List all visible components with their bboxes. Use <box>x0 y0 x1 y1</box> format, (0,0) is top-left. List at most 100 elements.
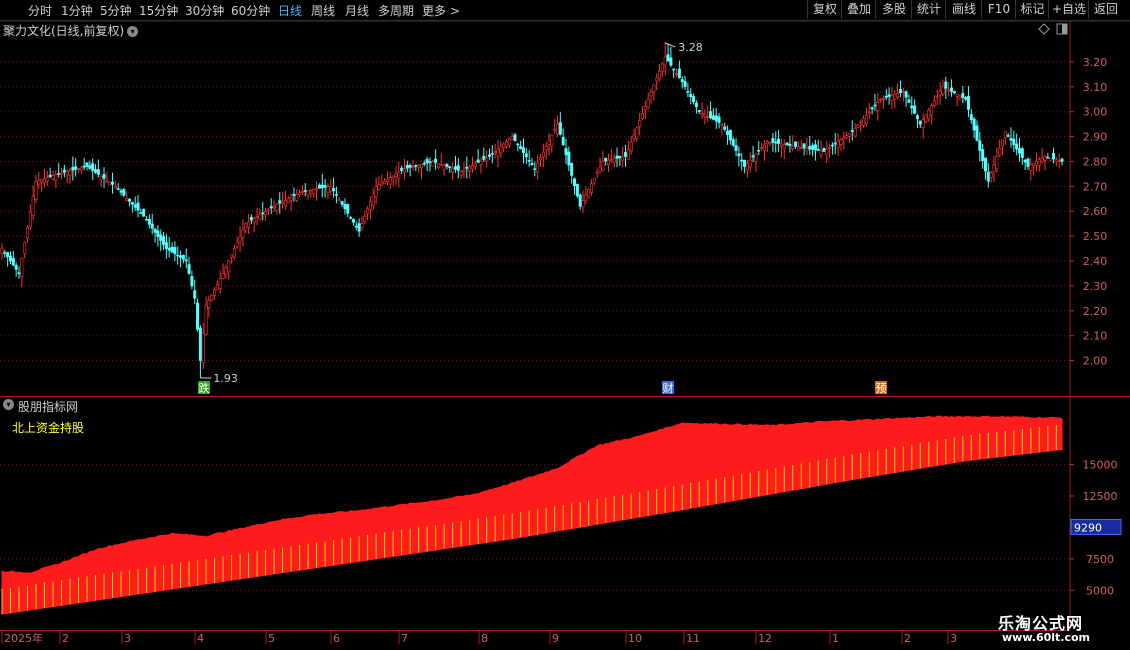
candle-body <box>439 164 443 166</box>
candle-body <box>40 179 44 183</box>
candle-body <box>697 109 701 112</box>
time-axis-svg: 2025年 2 3 4 5 6 7 8 9 10 11 12 1 2 3 <box>0 630 1070 645</box>
candle-body <box>737 153 741 157</box>
candle-body <box>215 283 219 290</box>
candle-body <box>442 165 446 170</box>
chevron-down-icon[interactable]: ▾ <box>127 26 139 37</box>
candle-body <box>272 205 276 209</box>
candle-body <box>932 100 936 106</box>
candle-body <box>536 163 540 173</box>
indicator-pane[interactable]: 15000 12500 7500 5000 9290 <box>0 396 1130 630</box>
candle-body <box>796 146 800 151</box>
candle-body <box>448 166 452 169</box>
y-tick-label: 12500 <box>1083 490 1118 503</box>
tab-60min[interactable]: 60分钟 <box>231 2 270 19</box>
candle-body <box>261 212 265 215</box>
candle-body <box>383 180 387 185</box>
f10-button[interactable]: F10 <box>981 0 1016 19</box>
y-tick-label: 2.90 <box>1083 131 1108 144</box>
price-chart-pane[interactable]: 3.20 3.10 3.00 2.90 2.80 2.70 2.60 2.50 2.40 2.30… <box>0 20 1130 396</box>
candle-body <box>643 106 647 111</box>
candle-body <box>9 255 13 262</box>
period-toolbar: 分时 1分钟 5分钟 15分钟 30分钟 60分钟 日线 周线 月线 多周期 更… <box>0 0 1130 21</box>
candle-body <box>298 192 302 195</box>
candle-body <box>740 159 744 162</box>
candle-body <box>692 96 696 103</box>
add-watchlist-button[interactable]: +自选 <box>1048 0 1089 19</box>
candle-body <box>68 170 72 176</box>
candle-body <box>975 125 979 141</box>
candle-body <box>876 102 880 111</box>
candle-body <box>37 180 41 186</box>
time-tick-label: 12 <box>758 632 772 645</box>
candle-body <box>1046 156 1050 159</box>
candle-body <box>672 68 676 71</box>
candle-body <box>417 164 421 168</box>
candle-body <box>785 142 789 146</box>
tab-5min[interactable]: 5分钟 <box>100 2 132 19</box>
candle-body <box>28 211 32 228</box>
tab-more[interactable]: 更多 > <box>422 2 460 19</box>
indicator-chart[interactable]: 15000 12500 7500 5000 9290 <box>0 396 1130 630</box>
back-button[interactable]: 返回 <box>1088 0 1123 19</box>
candle-body <box>819 150 823 156</box>
candle-body <box>1037 159 1041 166</box>
tab-timeshare[interactable]: 分时 <box>28 2 52 19</box>
candle-body <box>88 165 92 169</box>
candle-body <box>368 200 372 210</box>
candle-body <box>360 223 364 228</box>
candle-body <box>468 166 472 172</box>
tab-15min[interactable]: 15分钟 <box>139 2 178 19</box>
candle-body <box>966 96 970 110</box>
candle-body <box>1000 139 1004 147</box>
y-tick-label: 3.00 <box>1083 106 1108 119</box>
mark-button[interactable]: 标记 <box>1015 0 1049 19</box>
candle-body <box>592 177 596 184</box>
candle-body <box>286 198 290 204</box>
candle-body <box>283 199 287 207</box>
candle-body <box>164 242 168 249</box>
overlay-button[interactable]: 叠加 <box>841 0 876 19</box>
candle-body <box>244 223 248 232</box>
candle-body <box>618 156 622 159</box>
candle-body <box>295 194 299 201</box>
candle-body <box>334 194 338 196</box>
statistics-button[interactable]: 统计 <box>911 0 946 19</box>
candlestick-chart[interactable]: 3.20 3.10 3.00 2.90 2.80 2.70 2.60 2.50 2.40 2.30… <box>0 20 1130 396</box>
tab-weekly[interactable]: 周线 <box>311 2 335 19</box>
tab-30min[interactable]: 30分钟 <box>185 2 224 19</box>
restore-rights-button[interactable]: 复权 <box>807 0 842 19</box>
candle-body <box>632 134 636 139</box>
candle-body <box>666 54 670 62</box>
candle-body <box>51 175 55 180</box>
candle-body <box>329 186 333 192</box>
candle-body <box>159 234 163 241</box>
candle-body <box>683 81 687 88</box>
chevron-down-icon[interactable]: ▾ <box>3 399 14 410</box>
candle-body <box>816 148 820 151</box>
candle-body <box>799 147 803 149</box>
draw-line-button[interactable]: 画线 <box>945 0 982 19</box>
candle-body <box>210 294 214 301</box>
candle-body <box>436 163 440 168</box>
candle-body <box>839 139 843 145</box>
candle-body <box>198 327 202 361</box>
multi-stock-button[interactable]: 多股 <box>875 0 912 19</box>
candle-body <box>147 218 151 225</box>
candle-body <box>677 68 681 78</box>
candle-body <box>445 164 449 167</box>
tab-1min[interactable]: 1分钟 <box>61 2 93 19</box>
candle-body <box>476 159 480 163</box>
time-tick-label: 9 <box>552 632 559 645</box>
tab-multi-period[interactable]: 多周期 <box>378 2 414 19</box>
tab-monthly[interactable]: 月线 <box>345 2 369 19</box>
candle-body <box>828 147 832 149</box>
candle-body <box>111 181 115 185</box>
candle-body <box>388 177 392 185</box>
candle-body <box>581 200 585 208</box>
candle-body <box>255 216 259 219</box>
candle-body <box>434 158 438 163</box>
candle-body <box>711 115 715 120</box>
candle-body <box>550 135 554 147</box>
tab-daily[interactable]: 日线 <box>278 2 302 19</box>
